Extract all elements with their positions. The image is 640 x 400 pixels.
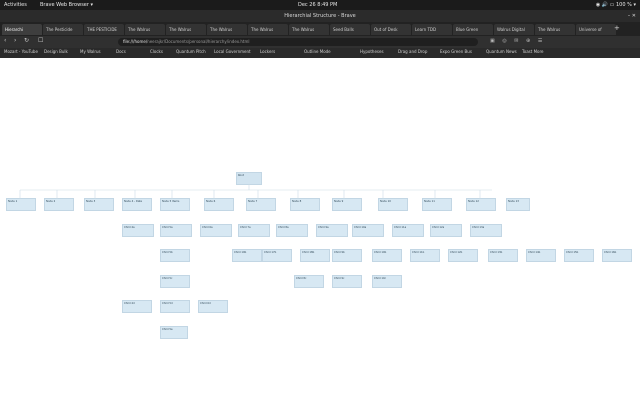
- bookmark-item[interactable]: Docs: [116, 49, 126, 54]
- bookmarks-bar: Mozart - YouTube Design Bulk My Walrus Docs…: [0, 48, 640, 58]
- clock[interactable]: Dec 26 8:49 PM: [298, 0, 337, 10]
- bookmark-item[interactable]: Drag and Drop: [398, 49, 427, 54]
- bookmark-item[interactable]: Quantum Pitch: [176, 49, 206, 54]
- address-bar[interactable]: file:///home/neerajkr/Documents/personal…: [118, 38, 478, 46]
- tab-strip: Hierarchi The Pesticide THE PESTICIDE The W…: [0, 22, 640, 36]
- window-title: Hierarchial Structure - Brave: [284, 13, 356, 19]
- tab[interactable]: Out of Desk: [371, 24, 411, 35]
- new-tab-icon[interactable]: +: [614, 24, 620, 32]
- activities-button[interactable]: Activities: [4, 0, 27, 10]
- tab[interactable]: Hierarchi: [2, 24, 42, 35]
- tab[interactable]: Learn TDD: [412, 24, 452, 35]
- bookmark-item[interactable]: Toast More: [522, 49, 544, 54]
- tab[interactable]: The Walrus: [535, 24, 575, 35]
- extension-icons[interactable]: ▣ ◎ ✉ ⊕ ☰: [490, 38, 545, 44]
- tab[interactable]: Walrus Digital: [494, 24, 534, 35]
- battery-level: 100 %: [616, 2, 632, 8]
- tab[interactable]: THE PESTICIDE: [84, 24, 124, 35]
- system-tray[interactable]: ◉ 🔊 ▭ 100 % ▾: [596, 0, 636, 10]
- tab[interactable]: Universe of: [576, 24, 616, 35]
- minimize-icon[interactable]: –: [628, 13, 631, 19]
- bookmark-item[interactable]: Lockers: [260, 49, 275, 54]
- power-menu-icon: ▾: [633, 2, 636, 8]
- volume-icon: 🔊: [601, 2, 609, 8]
- url-path: neerajkr/Documents/personal/hierarchy/in…: [147, 39, 250, 44]
- reload-icon[interactable]: ↻: [24, 37, 29, 44]
- bookmark-item[interactable]: Expo Green Bus: [440, 49, 472, 54]
- navigation-bar: ‹ › ↻ ☐ file:///home/neerajkr/Documents/…: [0, 36, 640, 48]
- network-icon: ◉: [595, 2, 601, 8]
- back-icon[interactable]: ‹: [4, 37, 6, 44]
- forward-icon[interactable]: ›: [14, 37, 16, 44]
- app-menu[interactable]: Brave Web Browser ▾: [40, 0, 93, 10]
- url-host: file:///home/: [123, 39, 148, 44]
- bookmark-item[interactable]: Quantum News: [486, 49, 517, 54]
- tab[interactable]: The Walrus: [248, 24, 288, 35]
- bookmark-item[interactable]: Local Government: [214, 49, 251, 54]
- tab[interactable]: The Walrus: [207, 24, 247, 35]
- bookmark-item[interactable]: Hypotheses: [360, 49, 384, 54]
- bookmark-icon[interactable]: ☐: [38, 37, 43, 44]
- bookmark-item[interactable]: Clocks: [150, 49, 163, 54]
- battery-icon: ▭: [609, 2, 615, 8]
- window-controls: – ✕: [628, 10, 636, 22]
- bookmark-item[interactable]: My Walrus: [80, 49, 101, 54]
- bookmark-item[interactable]: Outline Mode: [304, 49, 331, 54]
- window-titlebar: Hierarchial Structure - Brave – ✕: [0, 10, 640, 22]
- bookmark-item[interactable]: Mozart - YouTube: [4, 49, 38, 54]
- tree-connector-lines: [19, 184, 492, 199]
- tab[interactable]: The Walrus: [166, 24, 206, 35]
- tab[interactable]: The Walrus: [289, 24, 329, 35]
- tab[interactable]: The Pesticide: [43, 24, 83, 35]
- tab[interactable]: Seed Balls: [330, 24, 370, 35]
- system-top-bar: Activities Brave Web Browser ▾ Dec 26 8:…: [0, 0, 640, 10]
- close-icon[interactable]: ✕: [632, 13, 636, 19]
- tab[interactable]: The Walrus: [125, 24, 165, 35]
- tab[interactable]: Blue Green: [453, 24, 493, 35]
- bookmark-item[interactable]: Design Bulk: [44, 49, 68, 54]
